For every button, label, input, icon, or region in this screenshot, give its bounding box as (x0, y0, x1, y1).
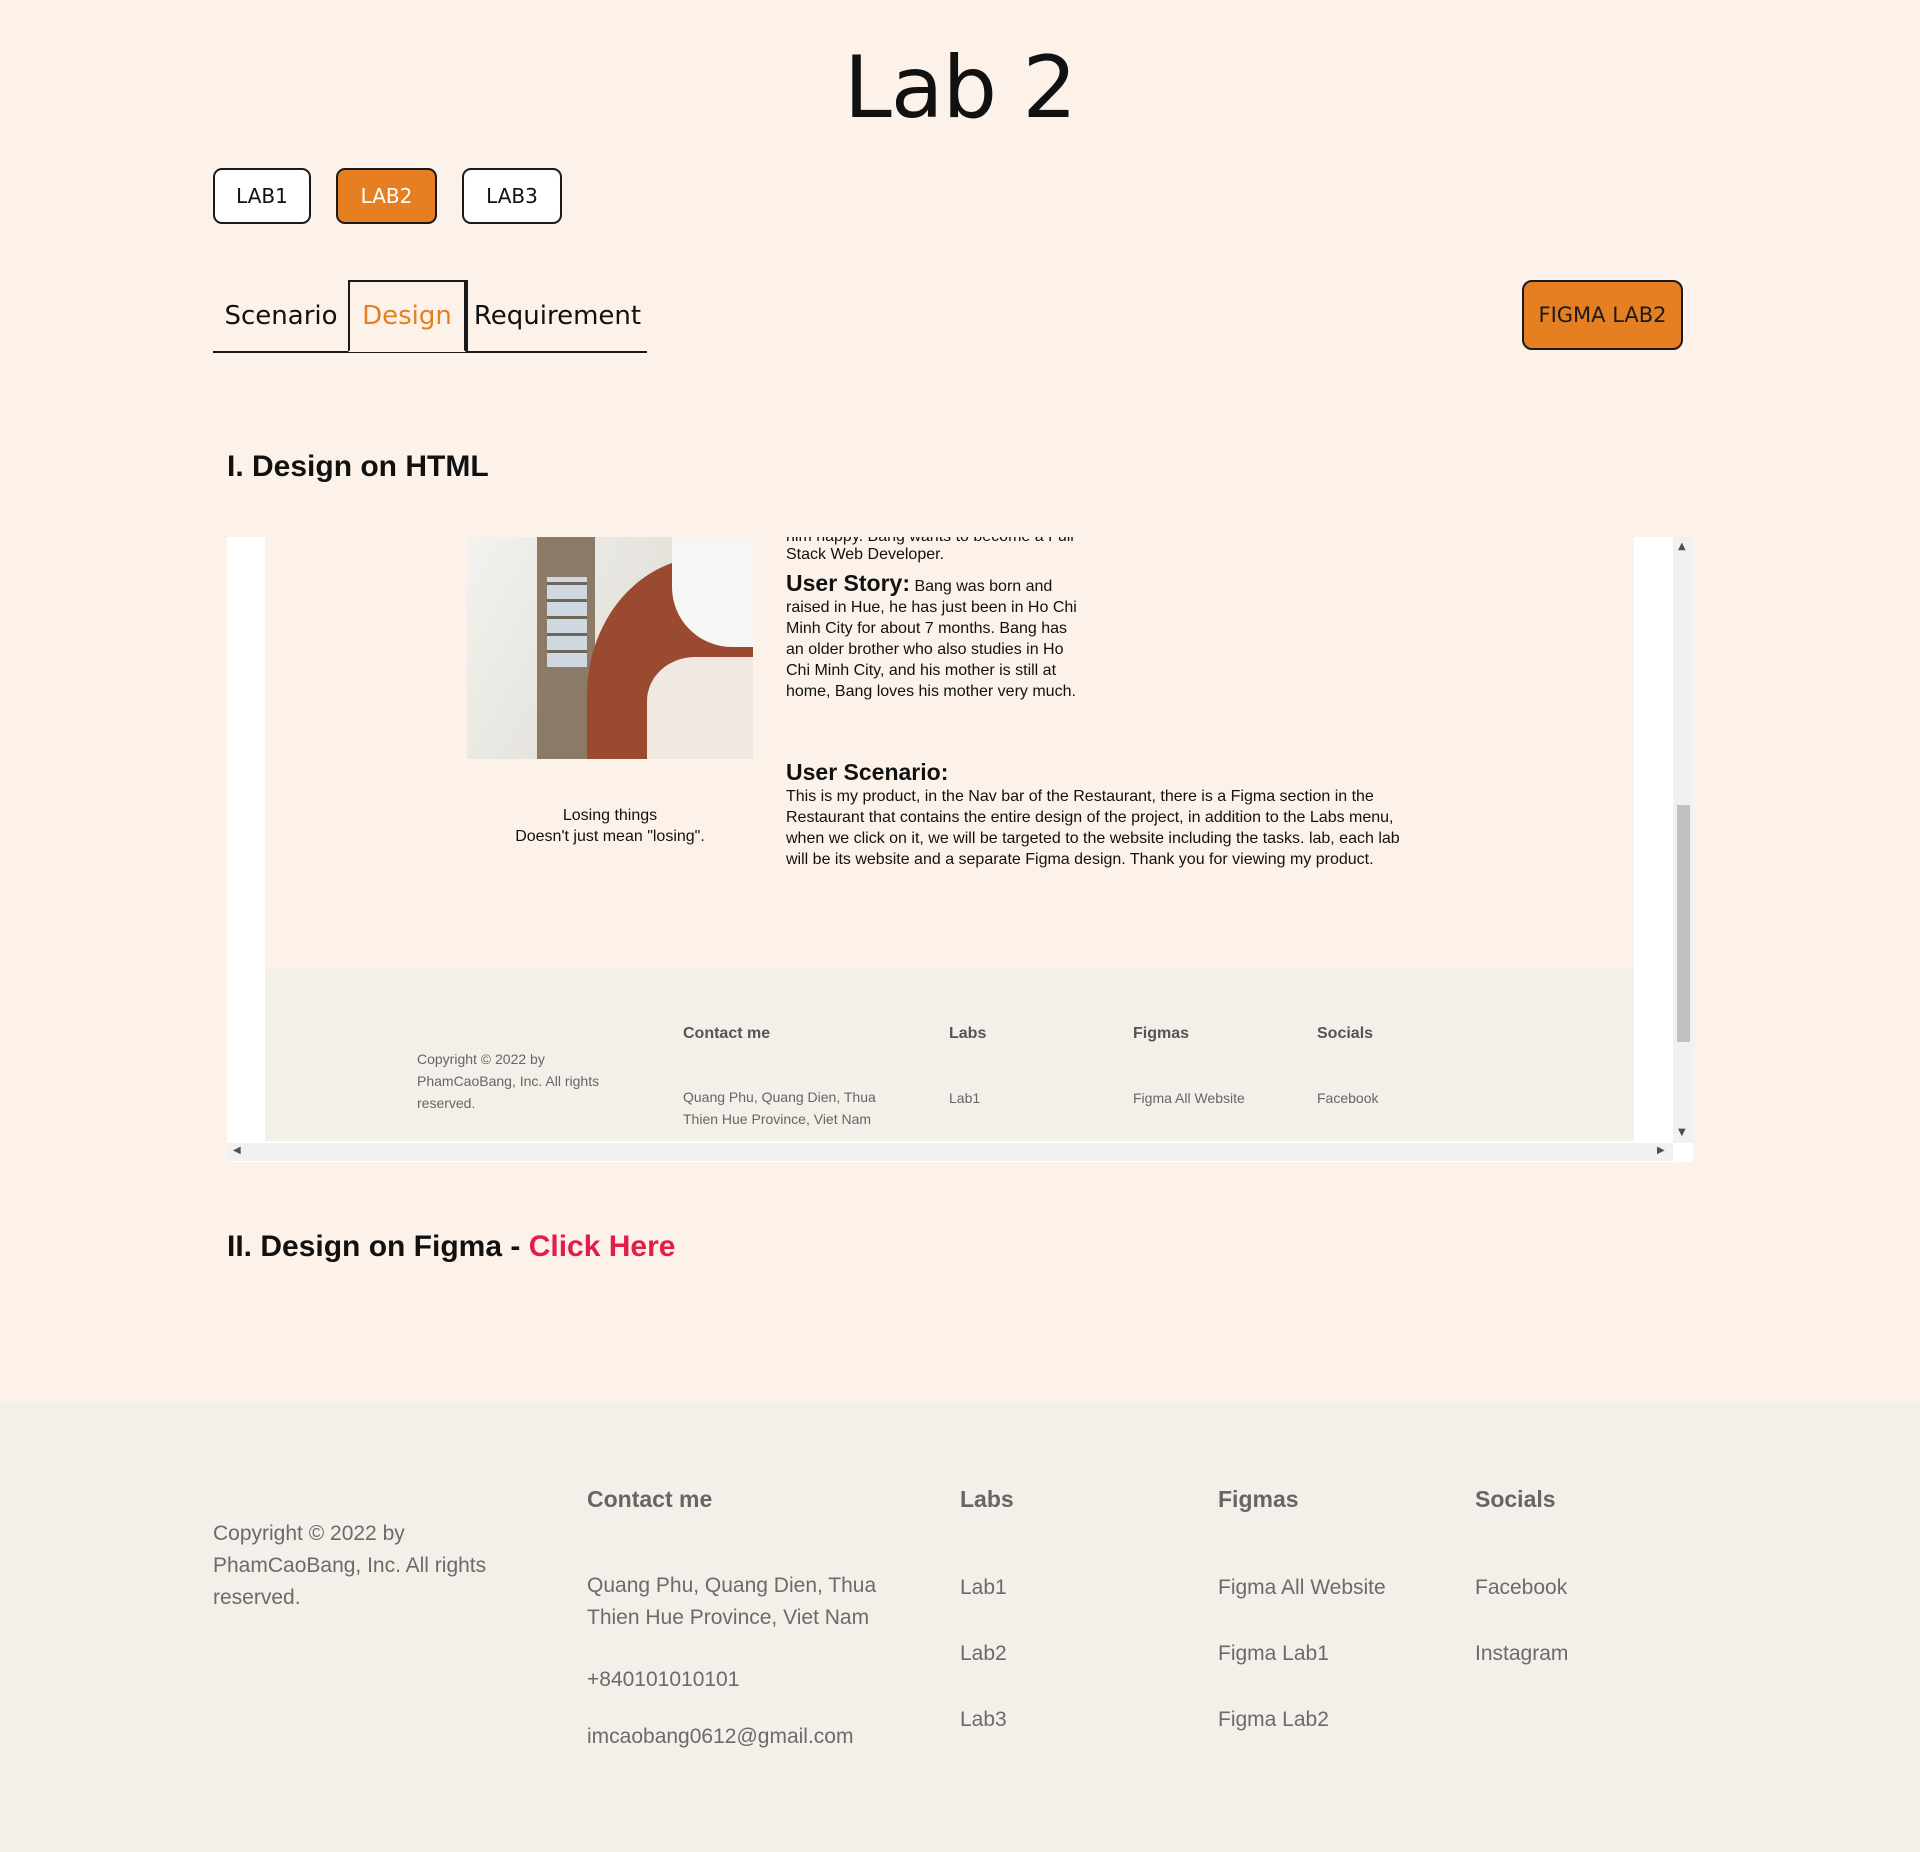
site-footer: Copyright © 2022 by PhamCaoBang, Inc. Al… (0, 1402, 1920, 1852)
story-cutoff-line-2: Stack Web Developer. (786, 546, 945, 563)
user-scenario-line: This is my product, in the Nav bar of th… (786, 788, 1374, 805)
embedded-facebook-link[interactable]: Facebook (1317, 1087, 1378, 1109)
caption-line-1: Losing things (562, 807, 658, 824)
copyright-line: Copyright © 2022 by (417, 1051, 545, 1067)
frame-horizontal-scrollbar[interactable]: ◀ ▶ (227, 1143, 1673, 1161)
embedded-contact-heading: Contact me (683, 1025, 771, 1042)
embedded-page-frame[interactable]: Losing things Doesn't just mean "losing"… (227, 537, 1693, 1162)
scroll-down-arrow-icon[interactable]: ▼ (1678, 1127, 1686, 1138)
copyright-line: Copyright © 2022 by (213, 1522, 405, 1545)
user-story-line: home, Bang loves his mother very much. (786, 683, 1076, 700)
footer-facebook-link[interactable]: Facebook (1475, 1572, 1567, 1604)
scroll-up-arrow-icon[interactable]: ▲ (1678, 541, 1686, 552)
embedded-copyright: Copyright © 2022 by PhamCaoBang, Inc. Al… (417, 1048, 599, 1114)
profile-photo (467, 537, 753, 759)
footer-figma-lab2-link[interactable]: Figma Lab2 (1218, 1704, 1329, 1736)
address-line: Thien Hue Province, Viet Nam (587, 1606, 870, 1629)
user-scenario-line: Restaurant that contains the entire desi… (786, 809, 1394, 826)
footer-email: imcaobang0612@gmail.com (587, 1725, 854, 1748)
user-story-text: Bang was born and (914, 578, 1053, 595)
embedded-figma-all-link[interactable]: Figma All Website (1133, 1087, 1245, 1109)
figma-click-here-link[interactable]: Click Here (529, 1230, 676, 1263)
embedded-figmas-heading: Figmas (1133, 1025, 1190, 1042)
footer-figma-all-link[interactable]: Figma All Website (1218, 1572, 1386, 1604)
copyright-line: reserved. (213, 1586, 301, 1609)
footer-labs-heading: Labs (960, 1486, 1014, 1512)
lab3-button[interactable]: LAB3 (462, 168, 562, 224)
user-scenario-label: User Scenario: (786, 759, 949, 785)
user-story-line: Minh City for about 7 months. Bang has (786, 620, 1068, 637)
lab1-button[interactable]: LAB1 (213, 168, 311, 224)
section-design-figma-label: II. Design on Figma - (227, 1230, 529, 1263)
copyright-line: PhamCaoBang, Inc. All rights (213, 1554, 487, 1577)
frame-vertical-scrollbar[interactable]: ▲ ▼ (1673, 537, 1693, 1143)
embedded-lab1-link[interactable]: Lab1 (949, 1087, 980, 1109)
footer-figmas-heading: Figmas (1218, 1486, 1299, 1512)
user-story-line: an older brother who also studies in Ho (786, 641, 1064, 658)
footer-copyright: Copyright © 2022 by PhamCaoBang, Inc. Al… (213, 1518, 486, 1614)
section-design-html: I. Design on HTML (227, 450, 489, 483)
embedded-socials-heading: Socials (1317, 1025, 1374, 1042)
user-story-line: Chi Minh City, and his mother is still a… (786, 662, 1057, 679)
tab-design[interactable]: Design (348, 280, 466, 352)
photo-caption: Losing things Doesn't just mean "losing"… (467, 805, 753, 847)
embedded-page: Losing things Doesn't just mean "losing"… (265, 537, 1634, 1141)
lab2-button[interactable]: LAB2 (336, 168, 437, 224)
embedded-footer: Copyright © 2022 by PhamCaoBang, Inc. Al… (265, 968, 1634, 1141)
footer-lab3-link[interactable]: Lab3 (960, 1704, 1007, 1736)
frame-scroll-thumb[interactable] (1677, 805, 1690, 1042)
page-title: Lab 2 (843, 38, 1077, 138)
footer-socials-heading: Socials (1475, 1486, 1556, 1512)
footer-lab1-link[interactable]: Lab1 (960, 1572, 1007, 1604)
address-line: Quang Phu, Quang Dien, Thua (587, 1574, 877, 1597)
footer-contact-heading: Contact me (587, 1486, 713, 1512)
user-scenario-line: when we click on it, we will be targeted… (786, 830, 1400, 847)
embedded-labs-heading: Labs (949, 1025, 987, 1042)
section-design-figma: II. Design on Figma - Click Here (227, 1230, 675, 1264)
embedded-address: Quang Phu, Quang Dien, Thua Thien Hue Pr… (683, 1086, 876, 1130)
copyright-line: PhamCaoBang, Inc. All rights (417, 1073, 600, 1089)
user-scenario-line: will be its website and a separate Figma… (786, 851, 1374, 868)
user-story-line: raised in Hue, he has just been in Ho Ch… (786, 599, 1077, 616)
address-line: Quang Phu, Quang Dien, Thua (683, 1089, 876, 1105)
tab-scenario[interactable]: Scenario (213, 280, 349, 352)
footer-figma-lab1-link[interactable]: Figma Lab1 (1218, 1638, 1329, 1670)
scroll-right-arrow-icon[interactable]: ▶ (1657, 1145, 1665, 1156)
user-story-label: User Story: (786, 570, 910, 596)
footer-phone: +840101010101 (587, 1668, 740, 1691)
tab-requirement[interactable]: Requirement (466, 280, 647, 352)
copyright-line: reserved. (417, 1095, 476, 1111)
scroll-left-arrow-icon[interactable]: ◀ (233, 1145, 241, 1156)
address-line: Thien Hue Province, Viet Nam (683, 1111, 872, 1127)
caption-line-2: Doesn't just mean "losing". (515, 828, 705, 845)
footer-instagram-link[interactable]: Instagram (1475, 1638, 1568, 1670)
user-story: User Story: Bang was born and raised in … (786, 570, 1126, 702)
footer-lab2-link[interactable]: Lab2 (960, 1638, 1007, 1670)
user-scenario: User Scenario: This is my product, in th… (786, 759, 1400, 870)
figma-lab2-button[interactable]: FIGMA LAB2 (1522, 280, 1683, 350)
footer-address: Quang Phu, Quang Dien, Thua Thien Hue Pr… (587, 1570, 876, 1634)
